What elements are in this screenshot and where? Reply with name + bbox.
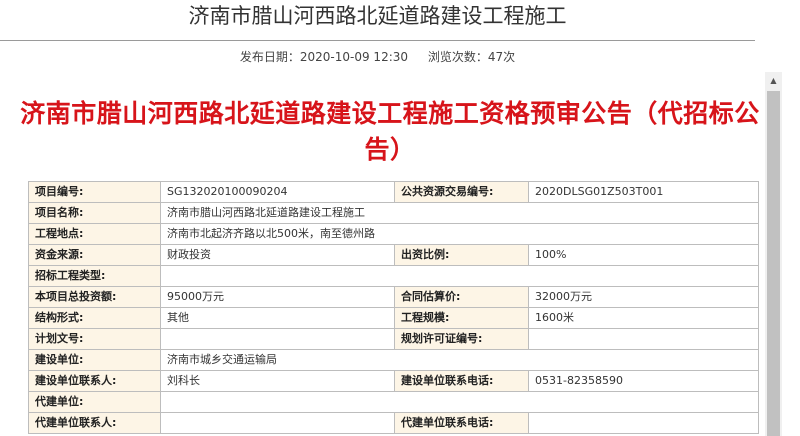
table-row: 项目编号: SG132020100090204 公共资源交易编号: 2020DLSG0… — [28, 181, 759, 203]
project-info-body: 项目编号: SG132020100090204 公共资源交易编号: 2020DLSG0… — [28, 181, 759, 434]
table-row: 工程地点: 济南市北起济齐路以北500米，南至德州路 — [28, 223, 759, 245]
article-meta: 发布日期：2020-10-09 12:30 浏览次数：47次 — [0, 48, 755, 66]
field-value: 32000万元 — [528, 286, 759, 308]
table-row: 计划文号: 规划许可证编号: — [28, 328, 759, 350]
field-label: 代建单位: — [28, 391, 161, 413]
document-title: 济南市腊山河西路北延道路建设工程施工资格预审公告（代招标公告） — [20, 99, 760, 164]
table-row: 本项目总投资额: 95000万元 合同估算价: 32000万元 — [28, 286, 759, 308]
project-info-table: 项目编号: SG132020100090204 公共资源交易编号: 2020DLSG0… — [28, 181, 759, 434]
field-label: 规划许可证编号: — [394, 328, 529, 350]
table-row: 建设单位: 济南市城乡交通运输局 — [28, 349, 759, 371]
publish-date: 发布日期：2020-10-09 12:30 — [239, 50, 409, 64]
vertical-scrollbar[interactable]: ▲ — [765, 72, 782, 436]
page-heading: 济南市腊山河西路北延道路建设工程施工 — [0, 0, 755, 41]
field-label: 建设单位: — [28, 349, 161, 371]
field-label: 项目名称: — [28, 202, 161, 224]
field-value: 95000万元 — [160, 286, 395, 308]
field-value — [528, 412, 759, 434]
field-value: 100% — [528, 244, 759, 266]
field-label: 资金来源: — [28, 244, 161, 266]
table-row: 项目名称: 济南市腊山河西路北延道路建设工程施工 — [28, 202, 759, 224]
field-label: 结构形式: — [28, 307, 161, 329]
field-value: 2020DLSG01Z503T001 — [528, 181, 759, 203]
field-value: 其他 — [160, 307, 395, 329]
table-row: 代建单位联系人: 代建单位联系电话: — [28, 412, 759, 434]
field-label: 工程规模: — [394, 307, 529, 329]
field-label: 本项目总投资额: — [28, 286, 161, 308]
field-value — [160, 328, 395, 350]
field-label: 出资比例: — [394, 244, 529, 266]
field-value — [528, 328, 759, 350]
table-row: 结构形式: 其他 工程规模: 1600米 — [28, 307, 759, 329]
field-label: 建设单位联系人: — [28, 370, 161, 392]
field-label: 代建单位联系电话: — [394, 412, 529, 434]
table-row: 代建单位: — [28, 391, 759, 413]
scroll-up-arrow-icon[interactable]: ▲ — [765, 72, 782, 89]
field-label: 招标工程类型: — [28, 265, 161, 287]
field-label: 项目编号: — [28, 181, 161, 203]
field-value: 刘科长 — [160, 370, 395, 392]
field-value — [160, 391, 759, 413]
field-label: 公共资源交易编号: — [394, 181, 529, 203]
field-label: 合同估算价: — [394, 286, 529, 308]
view-count: 浏览次数：47次 — [427, 50, 516, 64]
field-label: 计划文号: — [28, 328, 161, 350]
field-value — [160, 265, 759, 287]
table-row: 资金来源: 财政投资 出资比例: 100% — [28, 244, 759, 266]
field-label: 代建单位联系人: — [28, 412, 161, 434]
field-value: 1600米 — [528, 307, 759, 329]
field-label: 建设单位联系电话: — [394, 370, 529, 392]
scroll-thumb[interactable] — [767, 91, 780, 436]
field-value: 财政投资 — [160, 244, 395, 266]
field-value: 济南市城乡交通运输局 — [160, 349, 759, 371]
field-value: SG132020100090204 — [160, 181, 395, 203]
field-value: 济南市北起济齐路以北500米，南至德州路 — [160, 223, 759, 245]
field-value: 济南市腊山河西路北延道路建设工程施工 — [160, 202, 759, 224]
table-row: 建设单位联系人: 刘科长 建设单位联系电话: 0531-82358590 — [28, 370, 759, 392]
table-row: 招标工程类型: — [28, 265, 759, 287]
field-label: 工程地点: — [28, 223, 161, 245]
field-value: 0531-82358590 — [528, 370, 759, 392]
field-value — [160, 412, 395, 434]
